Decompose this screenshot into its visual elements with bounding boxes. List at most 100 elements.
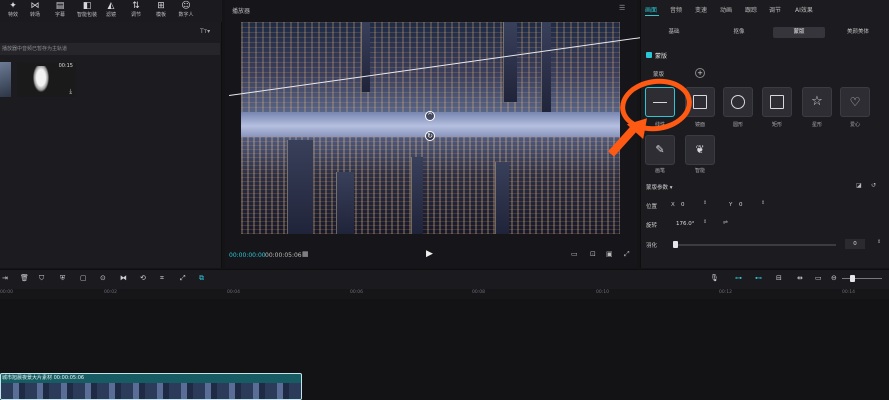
mask-shape-circle[interactable] <box>723 87 753 117</box>
speed-icon[interactable]: ⊙ <box>100 274 106 282</box>
menu-icon[interactable]: ☰ <box>619 4 625 12</box>
stepper-icon[interactable]: ⇕ <box>703 200 707 206</box>
screenshot-icon[interactable]: ⊡ <box>590 250 596 258</box>
stepper-icon[interactable]: ⇕ <box>703 219 707 225</box>
crop-icon[interactable]: ⌗ <box>160 274 164 283</box>
mask-shape-star[interactable]: ☆ <box>802 87 832 117</box>
delete-icon[interactable]: 🗑 <box>20 274 29 282</box>
toolbar-filter-button[interactable]: ◭ 滤镜 <box>98 1 124 21</box>
building <box>336 172 354 234</box>
feather-value-input[interactable]: 0 <box>845 239 865 249</box>
ruler-tick: 00:10 <box>596 290 609 295</box>
subtitle-icon: ▤ <box>55 1 65 11</box>
tab-audio[interactable]: 音频 <box>670 5 682 14</box>
caption-icon[interactable]: ▭ <box>815 274 822 282</box>
add-mask-button[interactable]: + <box>695 68 705 78</box>
shape-label: 智能 <box>694 168 705 174</box>
tab-animation[interactable]: 动画 <box>720 5 732 14</box>
mirror-mask-icon <box>693 95 707 109</box>
link-icon[interactable]: ⊶ <box>735 274 742 282</box>
media-panel <box>0 22 222 268</box>
mask-shape-rectangle[interactable] <box>762 87 792 117</box>
microphone-icon[interactable]: 🎙 <box>710 274 719 282</box>
toolbar-template-button[interactable]: ⊞ 模板 <box>148 1 174 21</box>
tab-speed[interactable]: 变速 <box>695 5 707 14</box>
shape-label: 圆形 <box>732 122 743 128</box>
split-icon[interactable]: ⇥ <box>2 274 8 282</box>
zoom-slider[interactable] <box>842 278 882 279</box>
mask-enable-checkbox[interactable] <box>646 52 652 58</box>
building <box>503 22 517 102</box>
feather-label: 羽化 <box>646 243 658 249</box>
feather-slider[interactable] <box>676 244 836 246</box>
text-style-dropdown[interactable]: Tт▾ <box>200 28 210 35</box>
zoom-slider-knob[interactable] <box>850 275 855 282</box>
split-view-icon[interactable]: ⇹ <box>797 274 803 282</box>
building <box>541 22 551 114</box>
zoom-out-icon[interactable]: ⊖ <box>831 274 837 282</box>
digital-human-icon: ☺ <box>181 1 191 11</box>
ai-tool-icon[interactable]: ⧉ <box>199 274 204 283</box>
ruler-tick: 00:12 <box>719 290 732 295</box>
y-label: Y <box>729 202 733 208</box>
preview-icon[interactable]: ▣ <box>606 250 613 258</box>
position-label: 位置 <box>646 204 658 210</box>
mask-shape-heart[interactable]: ♡ <box>840 87 870 117</box>
tab-picture[interactable]: 画面 <box>645 5 657 14</box>
mask-chip[interactable]: 蒙版 <box>653 70 664 78</box>
tab-adjust[interactable]: 调节 <box>769 5 781 14</box>
media-thumbnail[interactable]: 00:15 ⤓ <box>17 62 76 97</box>
mask-shape-brush[interactable]: ✎ <box>645 135 675 165</box>
snap-icon[interactable]: ⊷ <box>755 274 762 282</box>
feather-slider-knob[interactable] <box>673 241 678 248</box>
toolbar-subtitle-button[interactable]: ▤ 字幕 <box>47 1 73 21</box>
subtab-beauty[interactable]: 美颜美体 <box>830 27 886 38</box>
toolbar-adjust-button[interactable]: ⇅ 调节 <box>123 1 149 21</box>
tab-ai-effects[interactable]: AI效果 <box>795 5 813 14</box>
rotate-handle-icon[interactable]: ↻ <box>425 131 435 141</box>
mask-params-header[interactable]: 蒙版参数 ▾ <box>646 183 673 191</box>
rotation-input[interactable]: 176.0° <box>673 219 707 229</box>
play-button[interactable]: ▶ <box>426 249 433 259</box>
tab-tracking[interactable]: 跟踪 <box>745 5 757 14</box>
download-icon[interactable]: ⤓ <box>69 88 72 96</box>
fullscreen-icon[interactable]: ⤢ <box>624 250 630 259</box>
keyframe-icon[interactable]: ◪ <box>856 182 862 189</box>
brush-mask-icon: ✎ <box>655 143 665 156</box>
subtab-basic[interactable]: 基础 <box>646 27 702 38</box>
media-thumbnail-partial[interactable] <box>0 62 11 97</box>
shape-label: 爱心 <box>849 122 860 128</box>
stepper-icon[interactable]: ⇕ <box>877 239 881 245</box>
building <box>411 157 423 234</box>
adjust-icon: ⇅ <box>132 1 140 11</box>
current-timecode: 00:00:00:00 <box>229 252 266 259</box>
shield-icon[interactable]: ⛨ <box>60 274 65 283</box>
toolbar-digital-human-button[interactable]: ☺ 数字人 <box>173 1 199 21</box>
rotation-label: 旋转 <box>646 223 658 229</box>
media-toolbar: ✦ 特效 ⋈ 转场 ▤ 字幕 ◧ 智能包装 ◭ 滤镜 ⇅ 调节 ⊞ 模板 ☺ 数字人 <box>0 0 222 22</box>
grid-icon[interactable]: ▦ <box>302 250 309 258</box>
ruler-tick: 00:00 <box>0 290 13 295</box>
city-upper-half <box>241 22 620 118</box>
feather-handle-icon[interactable]: ^ <box>425 111 435 121</box>
rotate-reset-icon[interactable]: ⇌ <box>723 219 728 226</box>
mirror-icon[interactable]: ⧓ <box>120 274 127 282</box>
ratio-icon[interactable]: ▭ <box>571 250 578 258</box>
mask-shape-smart[interactable]: ❦ <box>685 135 715 165</box>
toolbar-smart-package-button[interactable]: ◧ 智能包装 <box>74 1 100 21</box>
video-preview[interactable] <box>241 22 620 234</box>
ruler-tick: 00:02 <box>104 290 117 295</box>
toolbar-transition-button[interactable]: ⋈ 转场 <box>22 1 48 21</box>
stepper-icon[interactable]: ⇕ <box>761 200 765 206</box>
timeline-ruler[interactable] <box>0 289 889 299</box>
star-mask-icon: ☆ <box>811 94 823 109</box>
subtab-mask[interactable]: 蒙版 <box>773 27 825 38</box>
expand-icon[interactable]: ⤢ <box>180 274 186 283</box>
transition-icon: ⋈ <box>30 1 40 11</box>
subtab-keying[interactable]: 抠像 <box>710 27 768 38</box>
rotate-icon[interactable]: ⟲ <box>140 274 146 282</box>
reset-icon[interactable]: ↺ <box>871 182 876 189</box>
preview-axis-icon[interactable]: ⊟ <box>776 274 782 282</box>
frame-icon[interactable]: ▢ <box>80 274 87 282</box>
freeze-icon[interactable]: ⛉ <box>39 274 44 283</box>
